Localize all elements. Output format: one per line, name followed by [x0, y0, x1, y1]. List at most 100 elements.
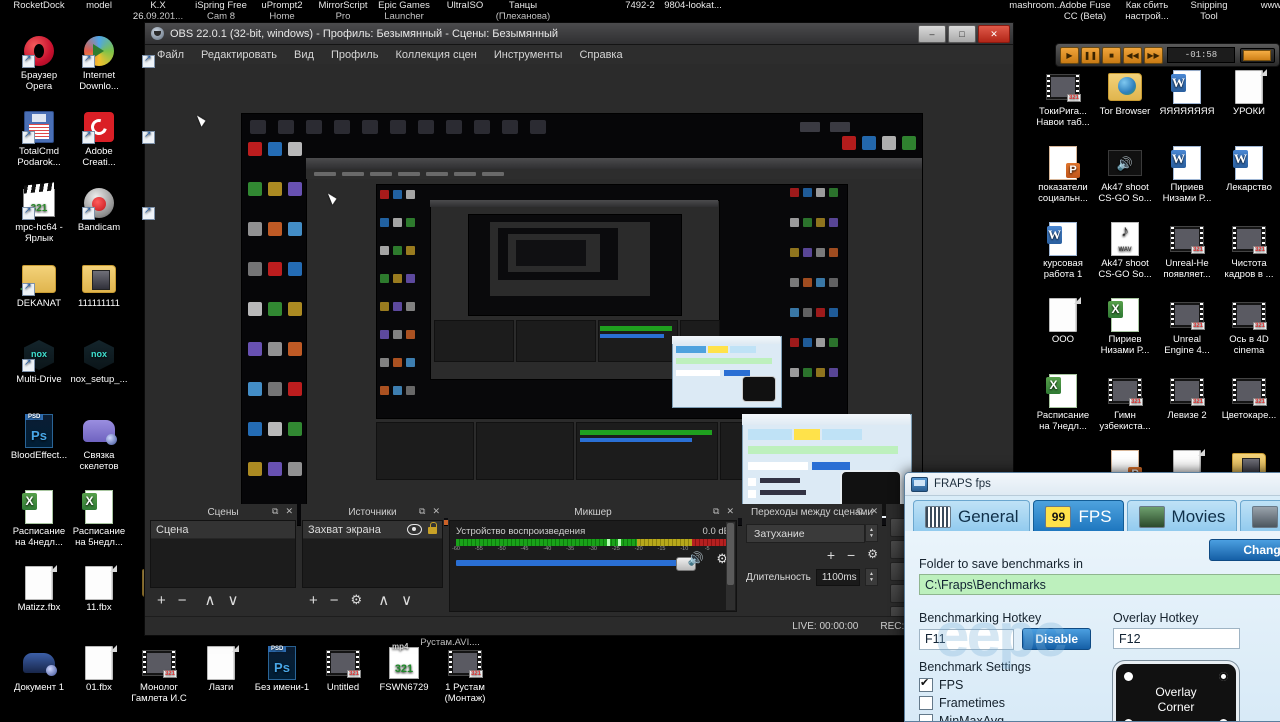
- fraps-tab-fps[interactable]: 99 FPS: [1033, 500, 1124, 533]
- preview-element: [829, 188, 838, 197]
- source-properties-gear-icon[interactable]: ⚙: [351, 592, 363, 608]
- checkbox[interactable]: [919, 714, 933, 721]
- transition-select[interactable]: Затухание: [746, 524, 865, 543]
- dock-transitions-close-icon[interactable]: ✕: [870, 506, 878, 517]
- player-play-button[interactable]: ▶: [1060, 46, 1079, 64]
- player-prev-button[interactable]: ◀◀: [1123, 46, 1142, 64]
- preview-element: [816, 218, 825, 227]
- mixer-scrollbar[interactable]: [726, 522, 735, 610]
- fraps-title-bar[interactable]: FRAPS fps: [905, 473, 1280, 496]
- fraps-window[interactable]: FRAPS fps General 99 FPS Movies Screensho Ch…: [904, 472, 1280, 722]
- media-player-widget[interactable]: ▶ ❚❚ ■ ◀◀ ▶▶ -01:58: [1055, 43, 1280, 67]
- source-lock-icon[interactable]: [428, 522, 437, 534]
- transition-spinner[interactable]: ▲ ▼: [865, 524, 878, 542]
- fraps-folder-input[interactable]: C:\Fraps\Benchmarks: [919, 574, 1280, 595]
- mixer-volume-slider[interactable]: [456, 557, 696, 571]
- preview-element: [393, 302, 402, 311]
- fbx-file-icon: [82, 566, 116, 600]
- preview-element: [902, 136, 916, 150]
- preview-element: [742, 414, 910, 425]
- fraps-tab-movies[interactable]: Movies: [1126, 500, 1238, 533]
- sources-toolbar[interactable]: + − ⚙ ∧ ∨: [301, 588, 444, 612]
- fraps-setting-minmaxavg[interactable]: MinMaxAvg: [919, 714, 1091, 721]
- fraps-benchmark-hotkey-input[interactable]: F11: [919, 628, 1015, 650]
- dock-transitions-title: Переходы между сценами: [750, 506, 874, 518]
- obs-close-button[interactable]: ✕: [978, 25, 1010, 43]
- desktop-icon[interactable]: Чистота кадров в ...: [1212, 222, 1280, 280]
- obs-preview-canvas[interactable]: [241, 113, 923, 526]
- dock-mixer-close-icon[interactable]: ✕: [726, 506, 734, 517]
- dock-mixer-float-icon[interactable]: ⧉: [713, 506, 719, 517]
- desktop-icon[interactable]: 1 Рустам (Монтаж): [428, 646, 502, 704]
- obs-menu-item[interactable]: Файл: [157, 49, 184, 61]
- obs-minimize-button[interactable]: –: [918, 25, 946, 43]
- desktop-icon[interactable]: Цветокаре...: [1212, 374, 1280, 421]
- grid-icon: [925, 506, 951, 528]
- scene-move-down-button[interactable]: ∨: [228, 591, 239, 609]
- obs-menu-item[interactable]: Коллекция сцен: [395, 49, 476, 61]
- fraps-overlay-corner-selector[interactable]: Overlay Corner: [1113, 661, 1239, 721]
- obs-menu-item[interactable]: Инструменты: [494, 49, 563, 61]
- obs-window-controls[interactable]: – □ ✕: [918, 25, 1010, 43]
- obs-title-bar[interactable]: OBS 22.0.1 (32-bit, windows) - Профиль: …: [145, 23, 1013, 45]
- fraps-disable-button[interactable]: Disable: [1022, 628, 1091, 650]
- scenes-list[interactable]: Сцена: [150, 520, 296, 588]
- player-stop-button[interactable]: ■: [1102, 46, 1121, 64]
- word-file-icon: [1170, 70, 1204, 104]
- obs-menu-item[interactable]: Редактировать: [201, 49, 277, 61]
- mixer-mute-speaker-icon[interactable]: 🔊: [688, 551, 704, 567]
- transition-remove-button[interactable]: −: [847, 547, 855, 563]
- preview-element: [842, 136, 856, 150]
- scene-remove-button[interactable]: −: [178, 592, 187, 609]
- dock-scenes-close-icon[interactable]: ✕: [285, 506, 293, 517]
- obs-window[interactable]: OBS 22.0.1 (32-bit, windows) - Профиль: …: [144, 22, 1014, 636]
- fraps-tab-bar[interactable]: General 99 FPS Movies Screensho: [905, 496, 1280, 536]
- obs-maximize-button[interactable]: □: [948, 25, 976, 43]
- player-pause-button[interactable]: ❚❚: [1081, 46, 1100, 64]
- fraps-tab-general[interactable]: General: [913, 500, 1031, 533]
- fraps-change-folder-button[interactable]: Chang: [1209, 539, 1280, 561]
- source-add-button[interactable]: +: [309, 592, 318, 609]
- transition-add-button[interactable]: +: [827, 547, 835, 563]
- desktop-icon[interactable]: Лекарство: [1212, 146, 1280, 193]
- dock-sources-close-icon[interactable]: ✕: [432, 506, 440, 517]
- source-remove-button[interactable]: −: [330, 592, 339, 609]
- fraps-setting-fps[interactable]: FPS: [919, 676, 1091, 692]
- source-move-down-button[interactable]: ∨: [401, 591, 412, 609]
- mixer-volume-meter: [456, 539, 730, 546]
- desktop-icon[interactable]: nox_setup_...: [62, 338, 136, 385]
- desktop-icon[interactable]: 111111111: [62, 262, 136, 309]
- scene-add-button[interactable]: +: [157, 592, 166, 609]
- fraps-window-title: FRAPS fps: [934, 478, 991, 490]
- transition-duration-spinner[interactable]: ▲ ▼: [865, 568, 878, 586]
- fraps-overlay-hotkey-input[interactable]: F12: [1113, 628, 1240, 649]
- dock-scenes-float-icon[interactable]: ⧉: [272, 506, 278, 517]
- folder-shortcut-icon: [22, 262, 56, 296]
- transition-properties-gear-icon[interactable]: ⚙: [867, 547, 878, 563]
- player-next-button[interactable]: ▶▶: [1144, 46, 1163, 64]
- fraps-setting-frametimes[interactable]: Frametimes: [919, 696, 1091, 710]
- fraps-tab-screensho[interactable]: Screensho: [1240, 500, 1280, 533]
- desktop-icon[interactable]: УРОКИ: [1212, 70, 1280, 117]
- scene-list-item[interactable]: Сцена: [151, 521, 295, 539]
- obs-menu-item[interactable]: Профиль: [331, 49, 379, 61]
- obs-menu-bar[interactable]: Файл Редактировать Вид Профиль Коллекция сце…: [145, 45, 1013, 66]
- obs-menu-item[interactable]: Вид: [294, 49, 314, 61]
- source-move-up-button[interactable]: ∧: [378, 591, 389, 609]
- obs-menu-item[interactable]: Справка: [579, 49, 622, 61]
- transition-duration-input[interactable]: 1100ms: [815, 568, 860, 586]
- fraps-benchmark-settings-group[interactable]: FPS Frametimes MinMaxAvg: [919, 676, 1091, 721]
- scene-move-up-button[interactable]: ∧: [205, 591, 216, 609]
- sources-list[interactable]: Захват экрана: [302, 520, 443, 588]
- source-visibility-eye-icon[interactable]: [407, 524, 422, 535]
- dock-sources-float-icon[interactable]: ⧉: [419, 506, 425, 517]
- scenes-toolbar[interactable]: + − ∧ ∨: [149, 588, 297, 612]
- checkbox[interactable]: [919, 696, 933, 710]
- desktop-icon[interactable]: Ось в 4D cinema: [1212, 298, 1280, 356]
- checkbox[interactable]: [919, 676, 933, 692]
- player-seek-bar[interactable]: [1240, 47, 1275, 63]
- preview-element: [790, 278, 799, 287]
- dock-transitions-float-icon[interactable]: ⧉: [857, 506, 863, 517]
- source-list-item[interactable]: Захват экрана: [303, 521, 442, 539]
- preview-element: [676, 346, 706, 353]
